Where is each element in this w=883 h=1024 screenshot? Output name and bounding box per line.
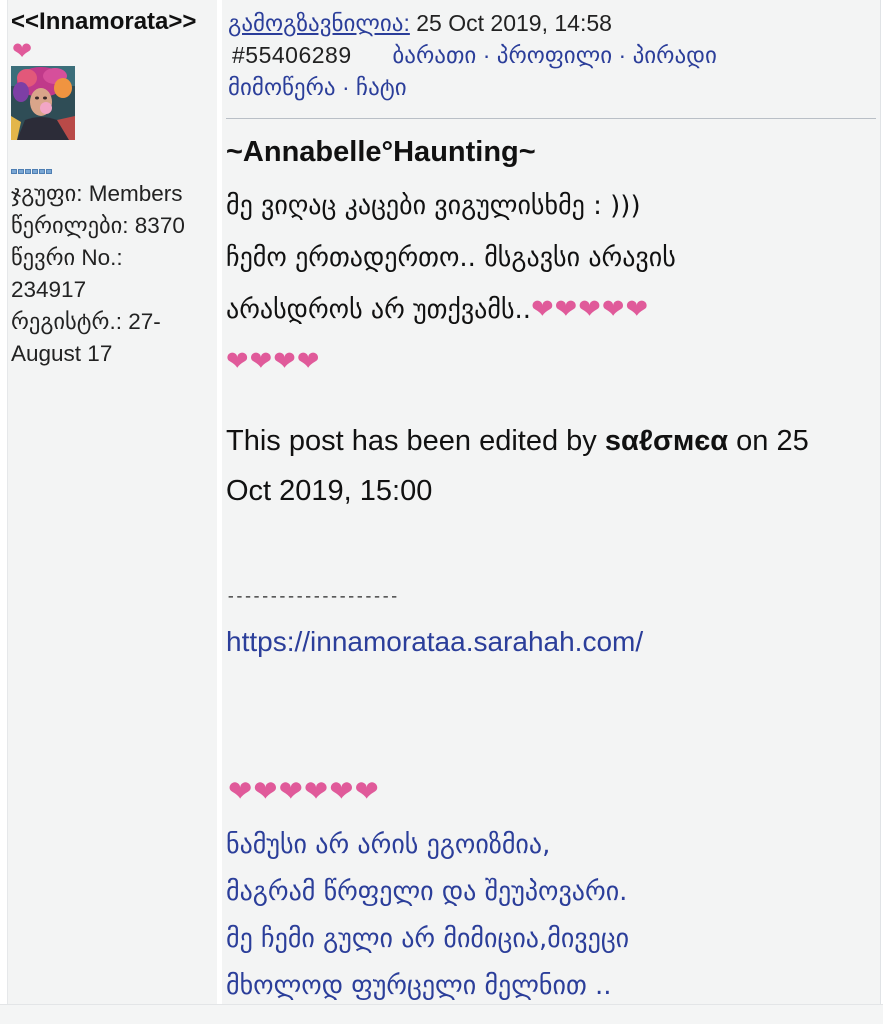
avatar[interactable]: [11, 66, 75, 140]
message-line: ❤❤❤❤: [226, 336, 876, 388]
heart-icon: ❤❤❤❤❤❤: [228, 776, 380, 808]
user-registered-date: August 17: [11, 341, 113, 366]
avatar-image: [11, 66, 75, 140]
user-member-number-label: წევრი No.:: [11, 245, 123, 270]
post-panel: გამოგზავნილია: 25 Oct 2019, 14:58 #55406…: [222, 0, 881, 1004]
signature-divider: --------------------: [226, 588, 399, 606]
poem-line: მხოლოდ ფურცელი მელნით ..: [226, 971, 612, 1001]
poem-line: ნამუსი არ არის ეგოიზმია,: [226, 830, 551, 860]
edit-date: Oct 2019, 15:00: [226, 475, 433, 507]
post-number[interactable]: #55406289: [232, 42, 352, 68]
heart-icon: ❤❤❤❤: [226, 346, 321, 377]
post-body: ~Annabelle°Haunting~ მე ვიღაც კაცები ვიგ…: [226, 132, 876, 1001]
private-message-link-part2[interactable]: მიმოწერა: [228, 74, 336, 100]
separator: ·: [341, 74, 350, 100]
user-member-number: 234917: [11, 277, 87, 302]
message-line: მე ვიღაც კაცები ვიგულისხმე : ))): [226, 191, 641, 221]
profile-link[interactable]: პროფილი: [497, 42, 612, 68]
poem-line: მე ჩემი გული არ მიმიცია,მივეცი: [226, 924, 630, 954]
header-divider: [226, 118, 876, 119]
edit-notice-prefix: This post has been edited by: [226, 425, 605, 457]
separator: ·: [618, 42, 627, 68]
private-message-link-part1[interactable]: პირადი: [633, 42, 717, 68]
heart-icon: ❤❤❤❤❤: [531, 294, 650, 325]
post-message: მე ვიღაც კაცები ვიგულისხმე : ))) ჩემო ერ…: [226, 180, 876, 388]
editor-name[interactable]: ѕαℓσмєα: [605, 425, 728, 457]
message-line-text: არასდროს არ უთქვამს..: [226, 295, 532, 325]
user-registered-label: რეგისტრ.: 27-: [11, 309, 161, 334]
bottom-strip: [0, 1004, 883, 1024]
user-post-count: წერილები: 8370: [11, 213, 185, 238]
signature-poem: ნამუსი არ არის ეგოიზმია, მაგრამ წრფელი დ…: [226, 822, 876, 1010]
user-stats: ჯგუფი: Members წერილები: 8370 წევრი No.:…: [11, 178, 217, 370]
username[interactable]: <<Innamorata>>: [11, 8, 196, 36]
signature-link[interactable]: https://innamorataa.sarahah.com/: [226, 622, 643, 662]
user-group: ჯგუფი: Members: [11, 181, 183, 206]
sent-label-link[interactable]: გამოგზავნილია:: [228, 10, 410, 36]
post-header: გამოგზავნილია: 25 Oct 2019, 14:58 #55406…: [228, 7, 878, 103]
post-date: 25 Oct 2019, 14:58: [416, 10, 612, 36]
message-line: არასდროს არ უთქვამს..❤❤❤❤❤: [226, 284, 876, 336]
message-line: ჩემო ერთადერთო.. მსგავსი არავის: [226, 243, 676, 273]
forum-post-page: <<Innamorata>> ❤ ჯგუფი: Members წერილები…: [0, 0, 883, 1024]
separator: ·: [482, 42, 491, 68]
edit-notice-suffix: on 25: [728, 425, 809, 457]
chat-link[interactable]: ჩატი: [356, 74, 407, 100]
heart-icon: ❤: [12, 37, 33, 65]
poem-line: მაგრამ წრფელი და შეუპოვარი.: [226, 877, 628, 907]
post-title: ~Annabelle°Haunting~: [226, 136, 536, 168]
user-info-panel: <<Innamorata>> ❤ ჯგუფი: Members წერილები…: [7, 0, 217, 1004]
edit-notice: This post has been edited by ѕαℓσмєα on …: [226, 416, 876, 516]
rate-link[interactable]: ბარათი: [392, 42, 476, 68]
rank-indicator: [11, 169, 52, 175]
